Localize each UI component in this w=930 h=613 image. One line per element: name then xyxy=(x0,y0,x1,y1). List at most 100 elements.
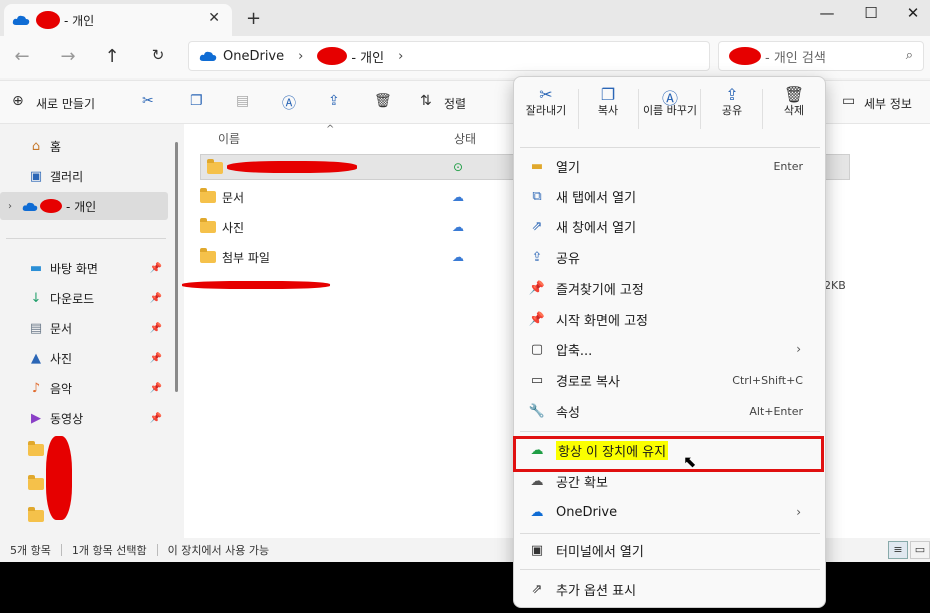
copy-icon[interactable]: ❐ xyxy=(190,93,203,109)
menu-item-label: 속성 xyxy=(556,405,580,421)
sidebar-item-onedrive[interactable]: › - 개인 xyxy=(0,192,168,220)
selection-count: 1개 항목 선택함 xyxy=(71,544,147,557)
pictures-icon: ▲ xyxy=(31,350,41,366)
video-icon: ▶ xyxy=(31,410,41,426)
menu-item-open[interactable]: ▬ 열기 Enter xyxy=(522,151,819,181)
navigation-pane: ⌂ 홈 ▣ 갤러리 › - 개인 ▬ 바탕 화면 📌 ↓ 다운로드 📌 ▤ 문서… xyxy=(0,124,180,538)
context-menu: ✂ 잘라내기 ❐ 복사 Ⓐ 이름 바꾸기 ⇪ 공유 🗑 삭제 ▬ 열기 Ente… xyxy=(513,76,826,608)
sidebar-item-desktop[interactable]: ▬ 바탕 화면 📌 xyxy=(0,254,168,282)
sort-button[interactable]: 정렬 xyxy=(444,95,466,112)
onedrive-cloud-icon xyxy=(199,51,217,61)
folder-icon xyxy=(28,507,44,522)
menu-item-open-new-window[interactable]: ⇗ 새 창에서 열기 xyxy=(522,211,819,241)
details-button[interactable]: 세부 정보 xyxy=(864,95,912,112)
search-input[interactable]: - 개인 검색 ⌕ xyxy=(718,41,924,71)
onedrive-cloud-icon xyxy=(22,202,38,211)
sort-icon[interactable]: ⇅ xyxy=(420,93,432,109)
pin-icon[interactable]: 📌 xyxy=(150,323,162,334)
breadcrumb-chevron-icon[interactable]: › xyxy=(398,49,403,64)
forward-arrow-icon[interactable]: → xyxy=(56,46,80,67)
sidebar-scrollbar[interactable] xyxy=(175,142,178,392)
menu-item-copy-path[interactable]: ▭ 경로로 복사 Ctrl+Shift+C xyxy=(522,365,819,395)
maximize-button[interactable]: ☐ xyxy=(856,4,886,22)
tiles-view-icon[interactable]: ▭ xyxy=(910,541,930,559)
menu-item-share[interactable]: ⇪ 공유 xyxy=(522,242,819,272)
cut-label: 잘라내기 xyxy=(525,104,567,117)
delete-button[interactable]: 🗑 삭제 xyxy=(764,85,824,117)
sidebar-item-label: - 개인 xyxy=(66,199,97,214)
tab-onedrive-personal[interactable]: - 개인 ✕ xyxy=(4,4,232,36)
file-name: 문서 xyxy=(222,190,245,205)
column-header-status[interactable]: 상태 xyxy=(454,130,476,147)
menu-item-compress[interactable]: ▢ 압축... › xyxy=(522,334,819,364)
terminal-icon: ▣ xyxy=(530,542,544,558)
file-name: 사진 xyxy=(222,220,245,235)
share-button[interactable]: ⇪ 공유 xyxy=(702,85,762,117)
minimize-button[interactable]: — xyxy=(812,4,842,22)
table-row[interactable]: 문서 xyxy=(200,184,244,210)
new-plus-icon[interactable]: ⊕ xyxy=(12,93,24,109)
menu-item-pin-quick-access[interactable]: 📌 즐겨찾기에 고정 xyxy=(522,273,819,303)
cut-button[interactable]: ✂ 잘라내기 xyxy=(516,85,576,117)
details-pane-icon[interactable]: ▭ xyxy=(842,93,855,109)
pin-icon[interactable]: 📌 xyxy=(150,383,162,394)
breadcrumb-chevron-icon[interactable]: › xyxy=(298,49,303,64)
back-arrow-icon[interactable]: ← xyxy=(10,46,34,67)
redacted-name xyxy=(729,47,761,65)
quick-divider xyxy=(700,89,701,129)
menu-item-pin-start[interactable]: 📌 시작 화면에 고정 xyxy=(522,304,819,334)
sidebar-item-gallery[interactable]: ▣ 갤러리 xyxy=(0,162,168,190)
menu-item-open-new-tab[interactable]: ⧉ 새 탭에서 열기 xyxy=(522,181,819,211)
sidebar-item-folder[interactable] xyxy=(0,502,168,530)
rename-button[interactable]: Ⓐ 이름 바꾸기 xyxy=(640,85,700,117)
menu-item-terminal[interactable]: ▣ 터미널에서 열기 xyxy=(522,535,819,565)
table-row[interactable]: 첨부 파일 xyxy=(200,244,270,270)
sidebar-item-music[interactable]: ♪ 음악 📌 xyxy=(0,374,168,402)
table-row[interactable]: 사진 xyxy=(200,214,244,240)
rename-icon[interactable]: Ⓐ xyxy=(282,93,296,113)
new-tab-button[interactable]: + xyxy=(246,8,261,29)
document-icon: ▤ xyxy=(29,320,43,336)
details-view-icon[interactable]: ≡ xyxy=(888,541,908,559)
new-button[interactable]: 새로 만들기 xyxy=(36,95,95,112)
sidebar-item-documents[interactable]: ▤ 문서 📌 xyxy=(0,314,168,342)
address-bar[interactable]: OneDrive › - 개인 › xyxy=(188,41,710,71)
paste-icon[interactable]: ▤ xyxy=(236,93,249,109)
refresh-icon[interactable]: ↻ xyxy=(146,46,170,64)
menu-divider xyxy=(520,147,820,148)
menu-item-properties[interactable]: 🔧 속성 Alt+Enter xyxy=(522,396,819,426)
breadcrumb-personal[interactable]: - 개인 xyxy=(351,47,384,66)
menu-item-onedrive[interactable]: ☁ OneDrive › xyxy=(522,497,819,527)
expand-chevron-icon[interactable]: › xyxy=(8,201,12,212)
music-icon: ♪ xyxy=(31,380,41,396)
pin-icon[interactable]: 📌 xyxy=(150,413,162,424)
pin-icon[interactable]: 📌 xyxy=(150,263,162,274)
delete-icon[interactable]: 🗑 xyxy=(374,93,392,109)
sidebar-item-folder[interactable] xyxy=(0,436,168,464)
menu-item-more-options[interactable]: ⇗ 추가 옵션 표시 xyxy=(522,574,819,604)
pin-icon[interactable]: 📌 xyxy=(150,353,162,364)
sort-ascending-icon: ^ xyxy=(326,124,335,135)
tab-close-icon[interactable]: ✕ xyxy=(208,10,220,26)
sidebar-item-label: 사진 xyxy=(50,351,73,366)
sidebar-item-videos[interactable]: ▶ 동영상 📌 xyxy=(0,404,168,432)
sidebar-item-downloads[interactable]: ↓ 다운로드 📌 xyxy=(0,284,168,312)
close-window-button[interactable]: ✕ xyxy=(898,4,928,22)
wrench-icon: 🔧 xyxy=(528,403,546,419)
sidebar-item-home[interactable]: ⌂ 홈 xyxy=(0,132,168,160)
breadcrumb-onedrive[interactable]: OneDrive xyxy=(223,49,284,64)
sidebar-item-folder[interactable] xyxy=(0,470,168,498)
gallery-icon: ▣ xyxy=(29,168,43,184)
up-arrow-icon[interactable]: ↑ xyxy=(100,46,124,67)
delete-label: 삭제 xyxy=(783,104,805,117)
menu-item-label: 터미널에서 열기 xyxy=(556,544,644,560)
column-header-name[interactable]: 이름 xyxy=(218,130,240,147)
cut-icon[interactable]: ✂ xyxy=(142,93,154,109)
menu-item-label: OneDrive xyxy=(556,504,618,520)
copy-button[interactable]: ❐ 복사 xyxy=(578,85,638,117)
share-icon[interactable]: ⇪ xyxy=(328,93,340,109)
sidebar-item-pictures[interactable]: ▲ 사진 📌 xyxy=(0,344,168,372)
tab-title: - 개인 xyxy=(64,13,95,28)
rename-label: 이름 바꾸기 xyxy=(642,104,698,117)
pin-icon[interactable]: 📌 xyxy=(150,293,162,304)
